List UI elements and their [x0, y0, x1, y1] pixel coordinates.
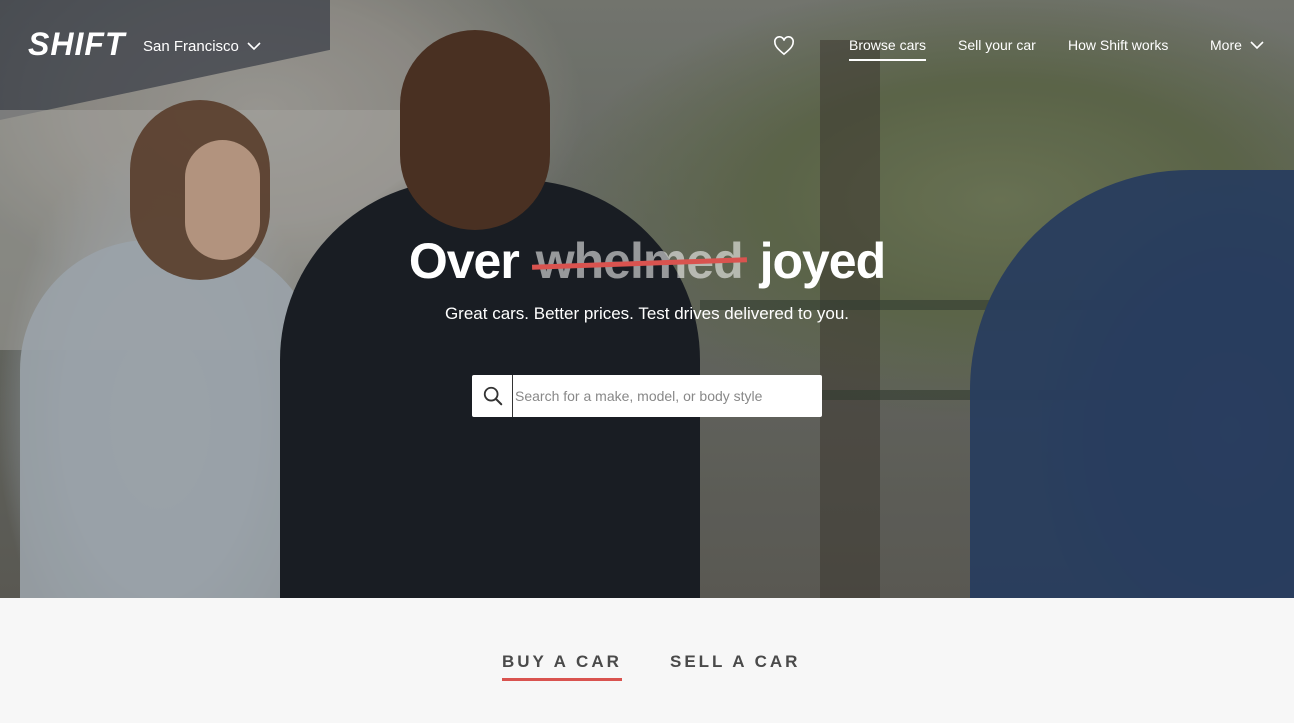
- nav-more-label: More: [1210, 37, 1242, 53]
- chevron-down-icon: [1250, 40, 1264, 49]
- heart-icon[interactable]: [773, 36, 795, 56]
- headline-struck-word: whelmed: [535, 233, 744, 289]
- search-icon: [483, 386, 503, 406]
- buy-sell-tabs: [0, 598, 1294, 723]
- city-label: San Francisco: [143, 38, 239, 55]
- hero-headline: Over whelmed joyed: [0, 232, 1294, 290]
- hero-subheadline: Great cars. Better prices. Test drives d…: [444, 304, 850, 323]
- tab-buy-a-car[interactable]: BUY A CAR: [502, 652, 622, 681]
- nav-more[interactable]: More: [1210, 37, 1264, 53]
- site-header: SHIFT San Francisco Browse cars Sell you…: [0, 0, 1294, 90]
- nav-how-shift-works[interactable]: How Shift works: [1068, 37, 1168, 53]
- headline-prefix: Over: [408, 233, 520, 289]
- city-selector[interactable]: San Francisco: [143, 38, 261, 55]
- tab-sell-a-car[interactable]: SELL A CAR: [670, 652, 800, 672]
- headline-suffix: joyed: [759, 233, 887, 289]
- search-box[interactable]: [472, 375, 822, 417]
- nav-browse-cars[interactable]: Browse cars: [849, 37, 927, 61]
- shift-logo[interactable]: SHIFT: [28, 26, 125, 63]
- search-input[interactable]: [512, 375, 822, 417]
- nav-sell-your-car[interactable]: Sell your car: [958, 37, 1036, 53]
- chevron-down-icon: [247, 42, 261, 51]
- woman-figure: [20, 240, 320, 598]
